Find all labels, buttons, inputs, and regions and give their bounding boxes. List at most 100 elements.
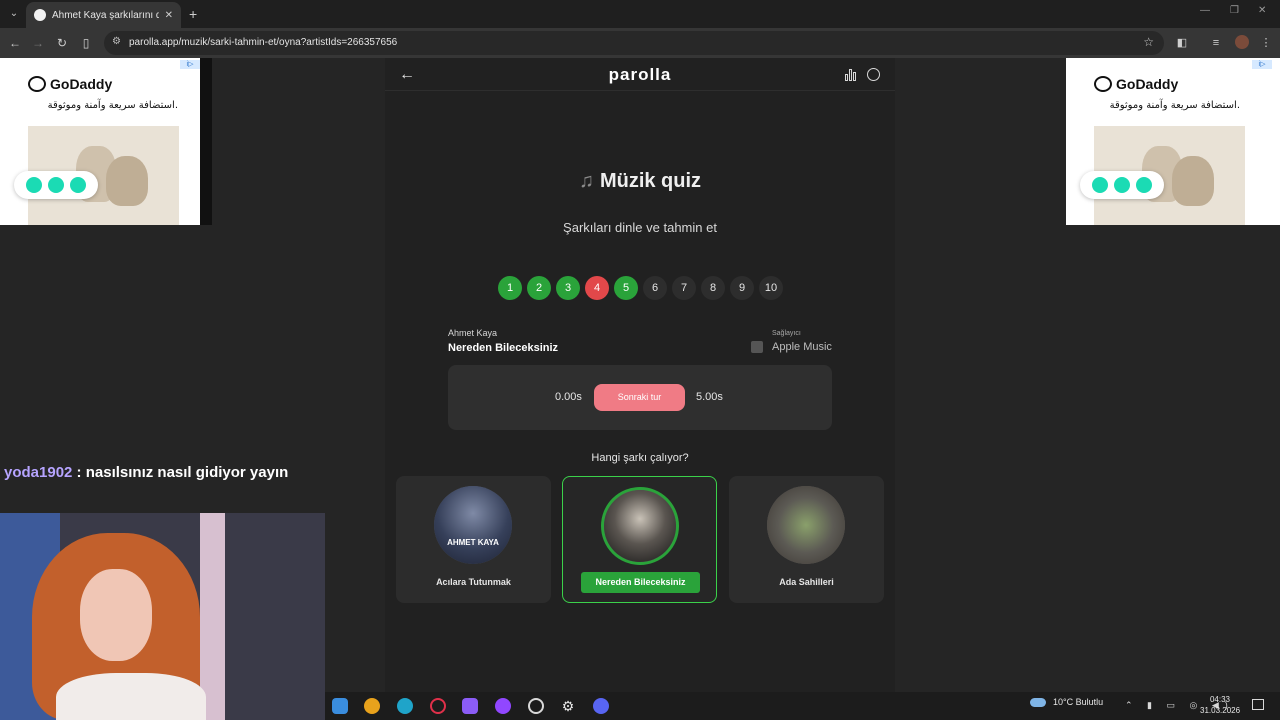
round-1: 1 bbox=[498, 276, 522, 300]
tab-close-icon[interactable]: ✕ bbox=[165, 10, 173, 21]
new-tab-plus-icon[interactable]: + bbox=[189, 5, 197, 23]
site-logo[interactable]: parolla bbox=[385, 65, 895, 85]
obs-app-icon[interactable] bbox=[528, 698, 544, 714]
round-7: 7 bbox=[672, 276, 696, 300]
bookmark-star-icon[interactable]: ☆ bbox=[1143, 35, 1154, 49]
quiz-subtitle: Şarkıları dinle ve tahmin et bbox=[563, 220, 717, 235]
chrome-app-icon[interactable] bbox=[364, 698, 380, 714]
quiz-app: ← parolla ♫ Müzik quiz Şarkıları dinle ve… bbox=[385, 58, 895, 692]
account-icon[interactable] bbox=[867, 68, 880, 81]
site-header: ← parolla bbox=[385, 58, 895, 91]
reload-icon[interactable]: ↻ bbox=[53, 34, 71, 52]
godaddy-logo-icon bbox=[1094, 76, 1112, 92]
cloud-icon bbox=[1030, 697, 1046, 707]
address-bar[interactable]: ⚙ parolla.app/muzik/sarki-tahmin-et/oyna… bbox=[104, 31, 1164, 55]
answer-option[interactable]: AHMET KAYA Acılara Tutunmak bbox=[396, 476, 551, 603]
window-maximize-icon[interactable]: ❐ bbox=[1230, 5, 1239, 16]
system-clock[interactable]: 04:33 31.03.2026 bbox=[1200, 694, 1240, 716]
site-info-icon[interactable]: ⚙ bbox=[112, 36, 121, 47]
browser-tab-bar: ⌄ Ahmet Kaya şarkılarını dinle ve ✕ + — … bbox=[0, 0, 1280, 28]
player-panel: 0.00s Sonraki tur 5.00s bbox=[448, 365, 832, 430]
cover-art bbox=[434, 486, 512, 564]
round-2: 2 bbox=[527, 276, 551, 300]
side-panel-icon[interactable]: ▯ bbox=[77, 34, 95, 52]
option-name: Nereden Bileceksiniz bbox=[581, 572, 700, 593]
media-controls-icon[interactable]: ≡ bbox=[1208, 35, 1224, 51]
profile-avatar[interactable] bbox=[1235, 35, 1249, 49]
round-3: 3 bbox=[556, 276, 580, 300]
mail-app-icon[interactable] bbox=[332, 698, 348, 714]
cover-art bbox=[767, 486, 845, 564]
browser-tab[interactable]: Ahmet Kaya şarkılarını dinle ve ✕ bbox=[26, 2, 181, 28]
provider: Apple Music bbox=[751, 341, 832, 353]
round-indicator: 1 2 3 4 5 6 7 8 9 10 bbox=[498, 276, 788, 300]
chat-text: : nasılsınız nasıl gidiyor yayın bbox=[72, 464, 289, 481]
feature-icon bbox=[26, 177, 42, 193]
back-arrow-icon[interactable]: ← bbox=[6, 34, 24, 52]
answer-option-correct[interactable]: Nereden Bileceksiniz bbox=[562, 476, 717, 603]
forward-arrow-icon[interactable]: → bbox=[29, 34, 47, 52]
album-cover bbox=[601, 487, 679, 565]
song-artist: Ahmet Kaya bbox=[448, 328, 498, 338]
ad-choices-icon[interactable]: i▷ bbox=[1252, 60, 1272, 69]
weather-widget[interactable]: 10°C Bulutlu bbox=[1030, 697, 1103, 707]
webcam-overlay bbox=[0, 513, 325, 720]
answer-option[interactable]: Ada Sahilleri bbox=[729, 476, 884, 603]
vase-shape bbox=[106, 156, 148, 206]
cover-text: AHMET KAYA bbox=[447, 538, 499, 547]
ad-choices-icon[interactable]: i▷ bbox=[180, 60, 200, 69]
ad-edge bbox=[200, 58, 212, 225]
streamer-shirt bbox=[56, 673, 206, 720]
question-text: Hangi şarkı çalıyor? bbox=[591, 452, 689, 464]
round-6: 6 bbox=[643, 276, 667, 300]
album-cover: AHMET KAYA bbox=[434, 486, 512, 564]
provider-name: Apple Music bbox=[772, 341, 832, 353]
ad-logo: GoDaddy bbox=[28, 76, 112, 92]
edge-app-icon[interactable] bbox=[397, 698, 413, 714]
round-9: 9 bbox=[730, 276, 754, 300]
cover-art bbox=[604, 490, 676, 562]
right-ad-banner[interactable]: i▷ GoDaddy استضافة سريعة وآمنة وموثوقة. bbox=[1066, 58, 1280, 225]
godaddy-logo-icon bbox=[28, 76, 46, 92]
ad-feature-icons bbox=[14, 171, 98, 199]
round-8: 8 bbox=[701, 276, 725, 300]
tab-list-chevron-icon[interactable]: ⌄ bbox=[4, 4, 24, 24]
notification-icon[interactable] bbox=[1252, 699, 1264, 710]
stats-bar bbox=[845, 74, 848, 81]
apple-music-icon bbox=[751, 341, 763, 353]
vase-shape bbox=[1172, 156, 1214, 206]
ad-brand: GoDaddy bbox=[1116, 76, 1179, 92]
provider-label: Sağlayıcı bbox=[772, 330, 801, 337]
ad-brand: GoDaddy bbox=[50, 76, 113, 92]
song-title: Nereden Bileceksiniz bbox=[448, 342, 559, 354]
feature-icon bbox=[1092, 177, 1108, 193]
ad-tagline: استضافة سريعة وآمنة وموثوقة. bbox=[1109, 100, 1240, 111]
tab-title: Ahmet Kaya şarkılarını dinle ve bbox=[52, 9, 159, 21]
stats-bar bbox=[849, 69, 852, 81]
settings-gear-icon[interactable]: ⚙ bbox=[560, 698, 576, 714]
chat-username: yoda1902 bbox=[4, 464, 73, 481]
elapsed-time: 0.00s bbox=[555, 391, 582, 403]
copilot-app-icon[interactable] bbox=[462, 698, 478, 714]
url-text: parolla.app/muzik/sarki-tahmin-et/oyna?a… bbox=[129, 37, 398, 48]
ad-feature-icons bbox=[1080, 171, 1164, 199]
next-round-button[interactable]: Sonraki tur bbox=[594, 384, 685, 411]
window-minimize-icon[interactable]: — bbox=[1200, 5, 1210, 16]
discord-app-icon[interactable] bbox=[593, 698, 609, 714]
opera-app-icon[interactable] bbox=[430, 698, 446, 714]
clock-time: 04:33 bbox=[1209, 695, 1231, 704]
browser-menu-icon[interactable]: ⋮ bbox=[1258, 35, 1274, 51]
feature-icon bbox=[1114, 177, 1130, 193]
twitch-app-icon[interactable] bbox=[495, 698, 511, 714]
left-ad-banner[interactable]: i▷ GoDaddy استضافة سريعة وآمنة وموثوقة. bbox=[0, 58, 212, 225]
round-10: 10 bbox=[759, 276, 783, 300]
extensions-icon[interactable]: ◧ bbox=[1174, 35, 1190, 51]
streamer-face bbox=[80, 569, 152, 661]
stats-icon[interactable] bbox=[845, 67, 859, 81]
weather-text: 10°C Bulutlu bbox=[1053, 697, 1104, 707]
album-cover bbox=[767, 486, 845, 564]
feature-icon bbox=[70, 177, 86, 193]
browser-toolbar: ← → ↻ ▯ ⚙ parolla.app/muzik/sarki-tahmin… bbox=[0, 28, 1280, 58]
round-4: 4 bbox=[585, 276, 609, 300]
window-close-icon[interactable]: ✕ bbox=[1258, 5, 1266, 16]
